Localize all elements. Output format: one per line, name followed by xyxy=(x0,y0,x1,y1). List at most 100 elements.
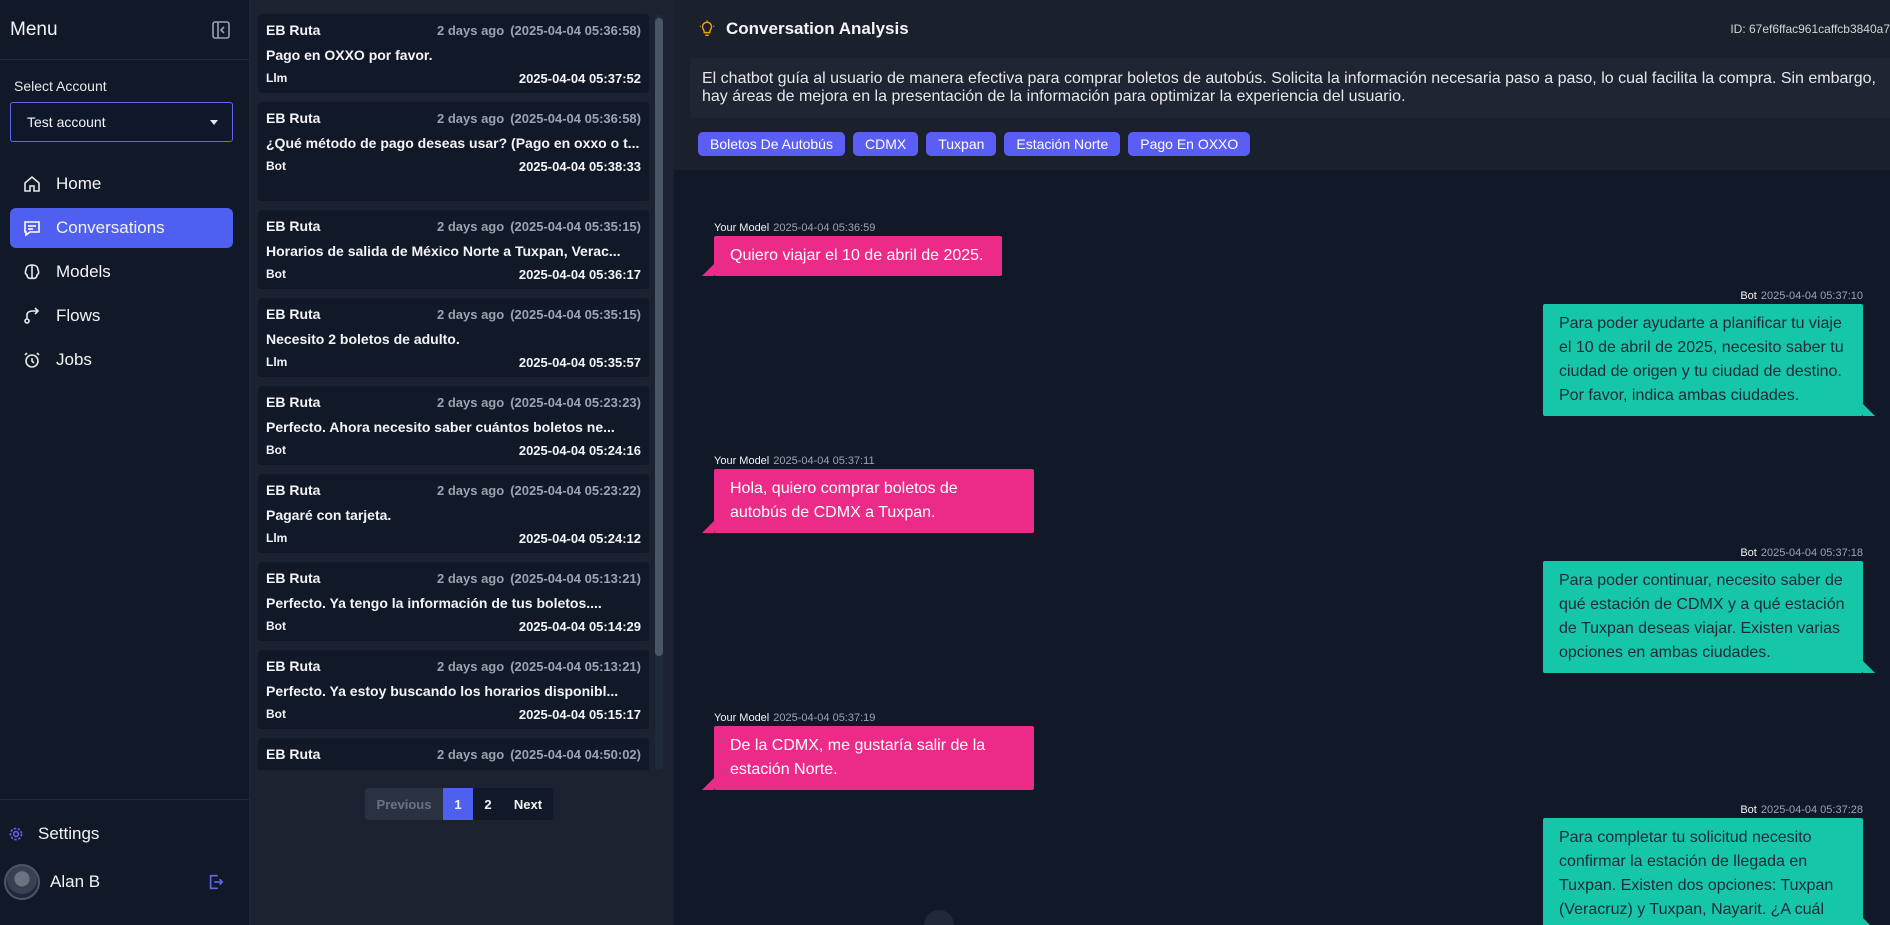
conversation-end-time: 2025-04-04 05:38:33 xyxy=(518,159,641,174)
app-root: Menu Select Account Test account Home Co… xyxy=(0,0,1890,925)
collapse-sidebar-icon[interactable] xyxy=(211,20,231,40)
pagination: Previous 1 2 Next xyxy=(365,788,553,820)
bot-message: Bot 2025-04-04 05:37:10 Para poder ayudar… xyxy=(1543,290,1875,416)
sidebar-header: Menu xyxy=(0,0,249,60)
analysis-summary: El chatbot guía al usuario de manera efe… xyxy=(690,58,1890,118)
message-meta: Bot 2025-04-04 05:37:28 xyxy=(1740,804,1863,816)
conversation-role: Bot xyxy=(266,159,286,173)
brain-icon xyxy=(24,264,40,280)
bot-message: Bot 2025-04-04 05:37:18 Para poder contin… xyxy=(1543,547,1875,673)
conversation-card[interactable]: EB Ruta 2 days ago (2025-04-04 05:23:22) P… xyxy=(258,474,649,553)
message-bubble: Quiero viajar el 10 de abril de 2025. xyxy=(702,236,1002,276)
list-scrollbar[interactable] xyxy=(655,18,663,656)
sidebar-nav: Home Conversations Models Flows Jobs xyxy=(0,164,249,380)
message-bubble: Hola, quiero comprar boletos de autobús … xyxy=(702,469,1034,533)
conversation-card[interactable]: EB Ruta 2 days ago (2025-04-04 04:50:02) xyxy=(258,738,649,770)
conversation-end-time: 2025-04-04 05:36:17 xyxy=(518,267,641,282)
conversation-card[interactable]: EB Ruta 2 days ago (2025-04-04 05:13:21) P… xyxy=(258,562,649,641)
conversation-account: EB Ruta xyxy=(266,482,321,498)
user-profile: Alan B xyxy=(0,844,249,900)
avatar[interactable] xyxy=(4,864,40,900)
account-select[interactable]: Test account xyxy=(10,102,233,142)
conversation-end-time: 2025-04-04 05:15:17 xyxy=(518,707,641,722)
conversation-time: 2 days ago (2025-04-04 05:35:15) xyxy=(436,219,641,234)
conversation-role: Llm xyxy=(266,355,288,369)
sidebar-item-jobs[interactable]: Jobs xyxy=(10,340,233,380)
sidebar-item-conversations[interactable]: Conversations xyxy=(10,208,233,248)
conversation-time: 2 days ago (2025-04-04 05:35:15) xyxy=(436,307,641,322)
tag[interactable]: Estación Norte xyxy=(1004,132,1121,156)
user-name: Alan B xyxy=(50,872,101,891)
conversation-account: EB Ruta xyxy=(266,570,321,586)
message-meta: Your Model 2025-04-04 05:37:19 xyxy=(714,712,876,724)
flow-icon xyxy=(24,307,40,324)
scroll-to-top-button[interactable] xyxy=(924,910,954,925)
analysis-body: El chatbot guía al usuario de manera efe… xyxy=(674,58,1890,118)
conversation-last-message: Perfecto. Ya tengo la información de tus… xyxy=(266,595,602,611)
conversation-card[interactable]: EB Ruta 2 days ago (2025-04-04 05:23:23) P… xyxy=(258,386,649,465)
account-select-value: Test account xyxy=(27,114,106,130)
tag[interactable]: Boletos De Autobús xyxy=(698,132,845,156)
settings-link[interactable]: Settings xyxy=(0,800,249,844)
sidebar-item-label: Jobs xyxy=(56,350,92,369)
sidebar-item-home[interactable]: Home xyxy=(10,164,233,204)
conversation-role: Bot xyxy=(266,707,286,721)
conversation-last-message: Horarios de salida de México Norte a Tux… xyxy=(266,243,621,259)
bot-message: Bot 2025-04-04 05:37:28 Para completar tu… xyxy=(1543,804,1875,925)
sidebar-item-label: Models xyxy=(56,262,111,281)
account-label: Select Account xyxy=(14,78,107,94)
chat-thread[interactable]: Your Model 2025-04-04 05:36:59 Quiero via… xyxy=(694,190,1890,925)
conversation-end-time: 2025-04-04 05:37:52 xyxy=(518,71,641,86)
conversation-time: 2 days ago (2025-04-04 05:13:21) xyxy=(436,659,641,674)
message-bubble: Para poder ayudarte a planificar tu viaj… xyxy=(1543,304,1875,416)
gear-icon xyxy=(9,827,23,841)
conversation-list-pane: EB Ruta 2 days ago (2025-04-04 05:36:58) P… xyxy=(250,0,674,925)
conversation-card[interactable]: EB Ruta 2 days ago (2025-04-04 05:36:58) ¿… xyxy=(258,102,649,201)
page-2-button[interactable]: 2 xyxy=(473,788,503,820)
sidebar-item-label: Home xyxy=(56,174,102,193)
conversation-account: EB Ruta xyxy=(266,746,321,762)
conversation-last-message: Perfecto. Ya estoy buscando los horarios… xyxy=(266,683,619,699)
tag[interactable]: Tuxpan xyxy=(926,132,997,156)
tag-list: Boletos De Autobús CDMX Tuxpan Estación … xyxy=(674,118,1890,170)
conversation-time: 2 days ago (2025-04-04 05:23:22) xyxy=(436,483,641,498)
next-page-button[interactable]: Next xyxy=(503,788,553,820)
conversation-end-time: 2025-04-04 05:35:57 xyxy=(518,355,641,370)
user-message: Your Model 2025-04-04 05:36:59 Quiero via… xyxy=(702,222,1002,276)
previous-page-button[interactable]: Previous xyxy=(365,788,443,820)
conversation-id: ID: 67ef6ffac961caffcb3840a7 xyxy=(1730,22,1890,36)
conversation-account: EB Ruta xyxy=(266,394,321,410)
conversation-card[interactable]: EB Ruta 2 days ago (2025-04-04 05:13:21) P… xyxy=(258,650,649,729)
conversation-card[interactable]: EB Ruta 2 days ago (2025-04-04 05:35:15) H… xyxy=(258,210,649,289)
alarm-clock-icon xyxy=(24,352,40,368)
tag[interactable]: Pago En OXXO xyxy=(1128,132,1251,156)
conversation-account: EB Ruta xyxy=(266,218,321,234)
conversation-time: 2 days ago (2025-04-04 04:50:02) xyxy=(436,747,641,762)
message-meta: Your Model 2025-04-04 05:37:11 xyxy=(714,455,875,467)
conversation-card[interactable]: EB Ruta 2 days ago (2025-04-04 05:36:58) P… xyxy=(258,14,649,93)
sidebar-footer: Settings Alan B xyxy=(0,799,249,925)
logout-icon[interactable] xyxy=(207,873,225,891)
conversation-role: Llm xyxy=(266,531,288,545)
lightbulb-icon xyxy=(699,20,715,37)
conversation-account: EB Ruta xyxy=(266,306,321,322)
sidebar: Menu Select Account Test account Home Co… xyxy=(0,0,250,925)
conversation-time: 2 days ago (2025-04-04 05:36:58) xyxy=(436,111,641,126)
sidebar-item-label: Conversations xyxy=(56,218,165,237)
conversation-list[interactable]: EB Ruta 2 days ago (2025-04-04 05:36:58) P… xyxy=(258,14,649,770)
conversation-time: 2 days ago (2025-04-04 05:13:21) xyxy=(436,571,641,586)
conversation-detail: Conversation Analysis ID: 67ef6ffac961ca… xyxy=(674,0,1890,925)
sidebar-item-label: Flows xyxy=(56,306,101,325)
message-meta: Bot 2025-04-04 05:37:10 xyxy=(1740,290,1863,302)
sidebar-title: Menu xyxy=(10,18,58,40)
conversation-card[interactable]: EB Ruta 2 days ago (2025-04-04 05:35:15) N… xyxy=(258,298,649,377)
message-meta: Bot 2025-04-04 05:37:18 xyxy=(1740,547,1863,559)
sidebar-item-flows[interactable]: Flows xyxy=(10,296,233,336)
page-1-button[interactable]: 1 xyxy=(443,788,473,820)
analysis-header: Conversation Analysis ID: 67ef6ffac961ca… xyxy=(674,0,1890,58)
conversation-last-message: Necesito 2 boletos de adulto. xyxy=(266,331,460,347)
tag[interactable]: CDMX xyxy=(852,132,919,156)
conversation-last-message: Pago en OXXO por favor. xyxy=(266,47,433,63)
sidebar-item-models[interactable]: Models xyxy=(10,252,233,292)
conversation-end-time: 2025-04-04 05:24:12 xyxy=(518,531,641,546)
